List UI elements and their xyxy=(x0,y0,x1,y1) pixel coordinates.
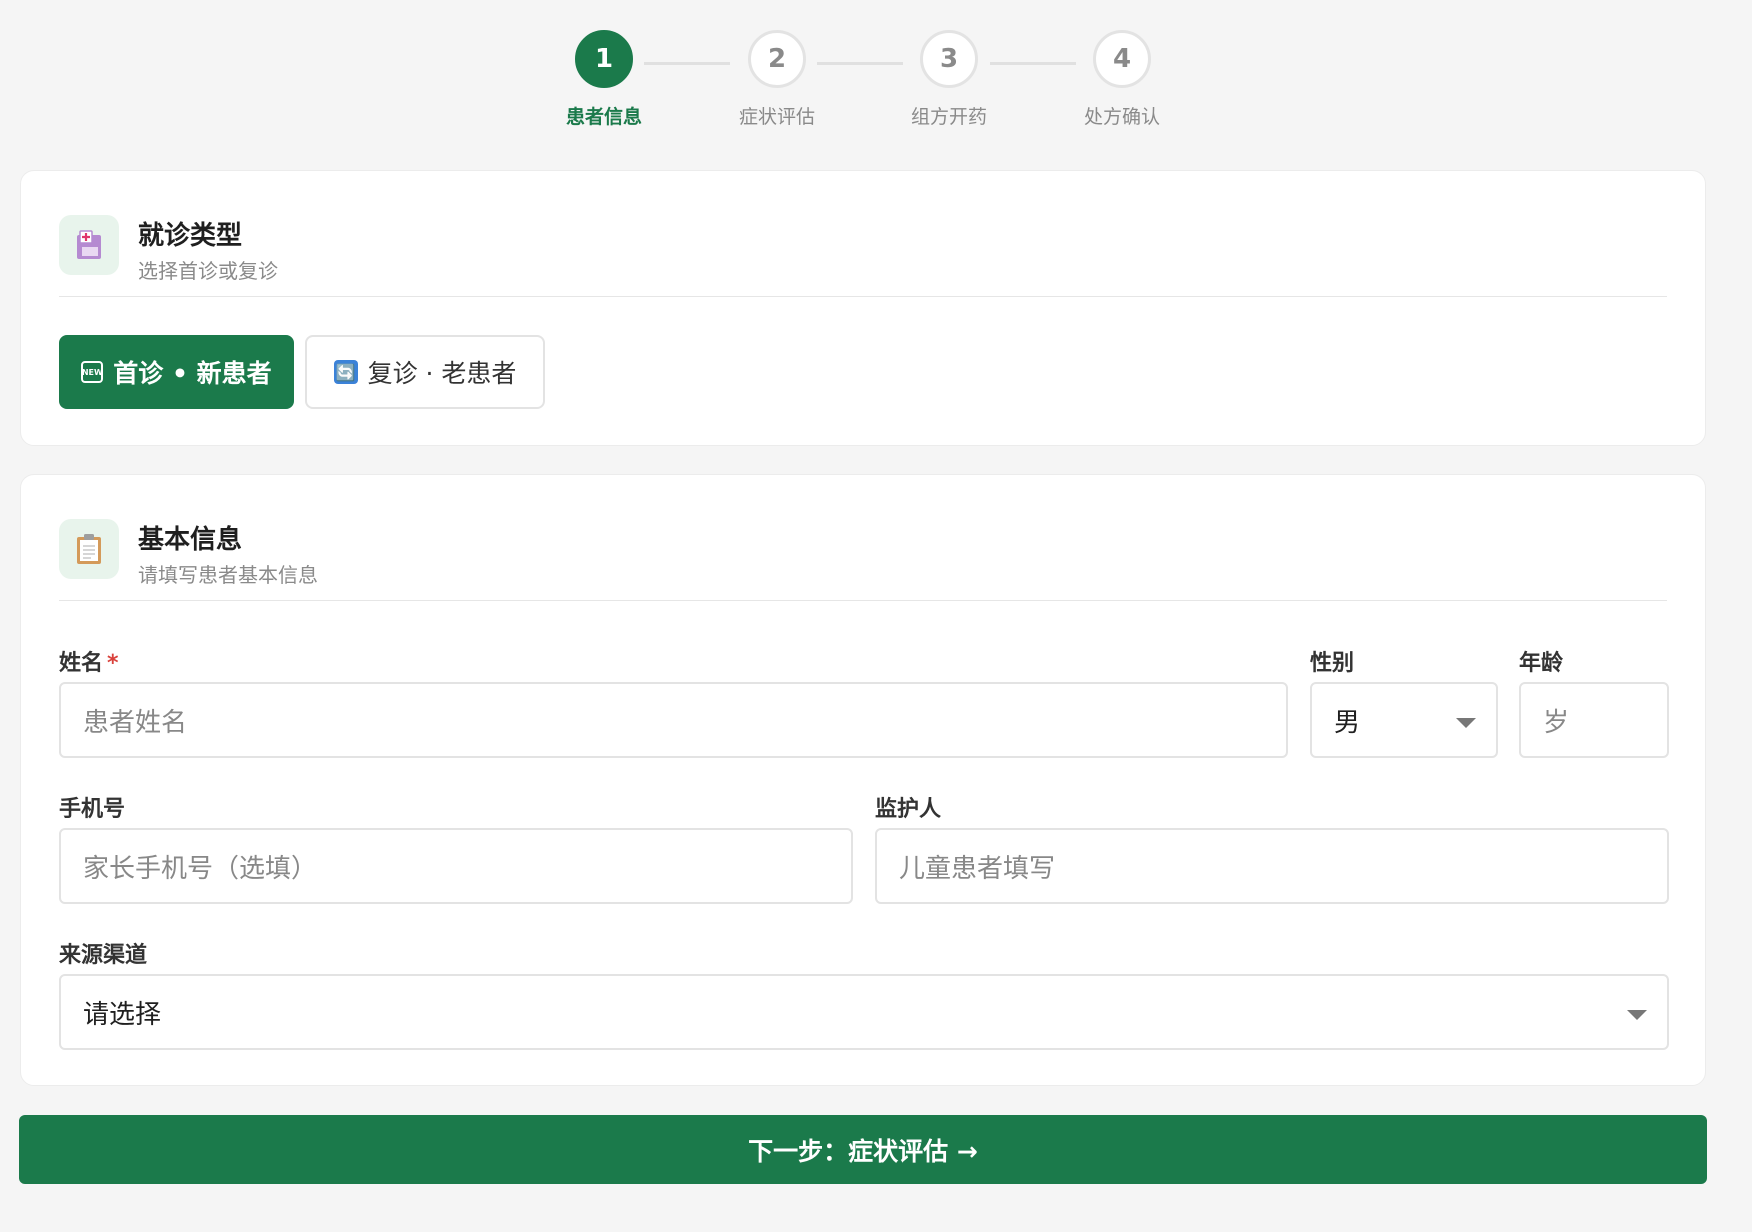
progress-stepper: 1 患者信息 2 症状评估 3 组方开药 4 处方确认 xyxy=(0,30,1752,130)
chevron-down-icon xyxy=(1627,1010,1647,1020)
required-mark: * xyxy=(107,651,119,676)
visit-type-card: 就诊类型 选择首诊或复诊 NEW 首诊 • 新患者 🔄 复诊 · 老患者 xyxy=(20,170,1706,446)
card-title: 就诊类型 xyxy=(138,221,243,251)
step-confirm[interactable]: 4 处方确认 xyxy=(1062,30,1182,129)
next-step-label: 下一步：症状评估 → xyxy=(748,1136,978,1166)
gender-value: 男 xyxy=(1334,707,1361,738)
step-label: 组方开药 xyxy=(910,106,987,128)
gender-label: 性别 xyxy=(1310,651,1355,676)
source-value: 请选择 xyxy=(83,999,162,1030)
return-visit-label: 复诊 · 老患者 xyxy=(367,359,517,388)
gender-select[interactable]: 男 xyxy=(1310,682,1498,758)
source-label: 来源渠道 xyxy=(59,943,148,968)
card-header: 基本信息 请填写患者基本信息 xyxy=(59,519,1667,601)
age-placeholder: 岁 xyxy=(1543,707,1570,738)
age-label: 年龄 xyxy=(1519,651,1564,676)
step-number: 1 xyxy=(575,30,633,88)
card-subtitle: 请填写患者基本信息 xyxy=(138,563,318,587)
clipboard-icon xyxy=(59,519,119,579)
new-icon: NEW xyxy=(81,361,104,383)
hospital-icon xyxy=(59,215,119,275)
card-title: 基本信息 xyxy=(138,525,243,555)
guardian-input[interactable]: 儿童患者填写 xyxy=(875,828,1669,904)
name-input[interactable]: 患者姓名 xyxy=(59,682,1288,758)
phone-placeholder: 家长手机号（选填） xyxy=(83,853,318,884)
step-patient-info[interactable]: 1 患者信息 xyxy=(544,30,664,129)
next-step-button[interactable]: 下一步：症状评估 → xyxy=(19,1115,1707,1184)
guardian-label: 监护人 xyxy=(875,797,942,822)
step-label: 患者信息 xyxy=(565,106,642,128)
step-prescribe[interactable]: 3 组方开药 xyxy=(889,30,1009,129)
source-select[interactable]: 请选择 xyxy=(59,974,1669,1050)
guardian-placeholder: 儿童患者填写 xyxy=(899,853,1056,884)
step-label: 症状评估 xyxy=(738,106,815,128)
step-number: 2 xyxy=(748,30,806,88)
return-visit-button[interactable]: 🔄 复诊 · 老患者 xyxy=(305,335,545,409)
age-input[interactable]: 岁 xyxy=(1519,682,1669,758)
step-number: 4 xyxy=(1093,30,1151,88)
card-header: 就诊类型 选择首诊或复诊 xyxy=(59,215,1667,297)
step-number: 3 xyxy=(920,30,978,88)
step-symptom-assessment[interactable]: 2 症状评估 xyxy=(717,30,837,129)
chevron-down-icon xyxy=(1456,718,1476,728)
name-placeholder: 患者姓名 xyxy=(83,707,188,738)
basic-info-card: 基本信息 请填写患者基本信息 姓名 * 患者姓名 性别 男 年龄 岁 手机号 家长… xyxy=(20,474,1706,1086)
first-visit-label: 首诊 • 新患者 xyxy=(113,359,272,388)
phone-input[interactable]: 家长手机号（选填） xyxy=(59,828,853,904)
first-visit-button[interactable]: NEW 首诊 • 新患者 xyxy=(59,335,294,409)
card-subtitle: 选择首诊或复诊 xyxy=(138,259,278,283)
step-label: 处方确认 xyxy=(1083,106,1160,128)
name-label-text: 姓名 xyxy=(59,651,104,676)
name-label: 姓名 * xyxy=(59,645,119,677)
refresh-icon: 🔄 xyxy=(333,360,358,384)
phone-label: 手机号 xyxy=(59,797,126,822)
